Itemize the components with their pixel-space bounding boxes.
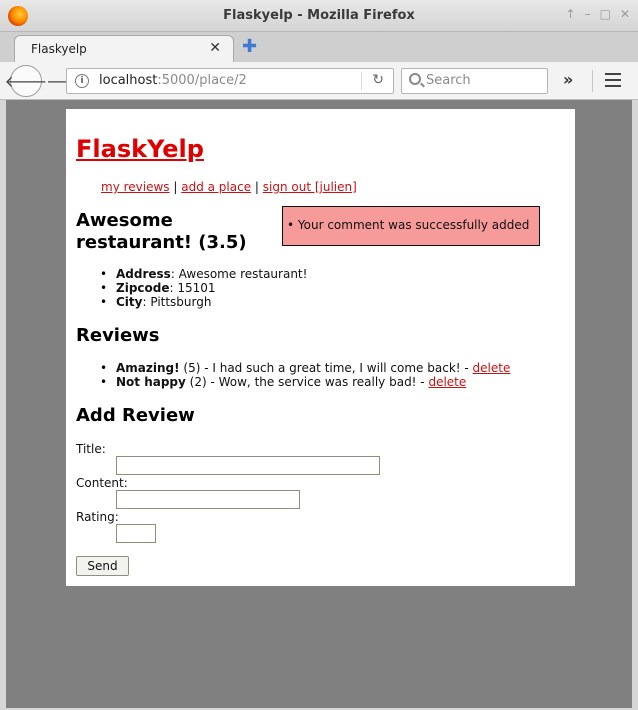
- tab-strip: Flaskyelp ✕: [0, 32, 638, 63]
- reload-icon[interactable]: ↻: [372, 72, 384, 88]
- tab-close-icon[interactable]: ✕: [209, 40, 221, 56]
- content-label: Content:: [76, 476, 128, 490]
- url-divider: [361, 72, 362, 90]
- reviews-heading: Reviews: [76, 325, 160, 346]
- toolbar-divider: [592, 70, 593, 92]
- flash-message: • Your comment was successfully added: [287, 218, 530, 232]
- nav-toolbar: 🡐 🡒 i localhost:5000/place/2 ↻ Search »: [0, 62, 638, 100]
- detail-address: Address: Awesome restaurant!: [100, 267, 307, 281]
- maximize-icon[interactable]: □: [600, 7, 611, 21]
- sign-out-link[interactable]: sign out [julien]: [263, 180, 357, 194]
- review-title-input[interactable]: [116, 456, 380, 475]
- title-label: Title:: [76, 442, 106, 456]
- delete-review-link[interactable]: delete: [473, 361, 511, 375]
- url-bar[interactable]: i localhost:5000/place/2 ↻: [66, 68, 394, 94]
- browser-viewport: FlaskYelp my reviews | add a place | sig…: [6, 100, 632, 708]
- hamburger-menu-icon[interactable]: [605, 73, 621, 91]
- search-input[interactable]: Search: [401, 68, 548, 94]
- site-info-icon[interactable]: i: [75, 74, 89, 88]
- user-nav: my reviews | add a place | sign out [jul…: [101, 180, 357, 194]
- tab-flaskyelp[interactable]: Flaskyelp ✕: [14, 35, 234, 63]
- detail-city: City: Pittsburgh: [100, 295, 307, 309]
- review-content-input[interactable]: [116, 490, 300, 509]
- overflow-chevron-icon[interactable]: »: [563, 70, 573, 89]
- flash-message-box: • Your comment was successfully added: [282, 206, 540, 246]
- place-title: Awesome restaurant! (3.5): [76, 210, 247, 253]
- review-item: Amazing! (5) - I had such a great time, …: [100, 361, 510, 375]
- my-reviews-link[interactable]: my reviews: [101, 180, 170, 194]
- add-review-heading: Add Review: [76, 405, 195, 426]
- delete-review-link[interactable]: delete: [428, 375, 466, 389]
- rating-label: Rating:: [76, 510, 119, 524]
- detail-zipcode: Zipcode: 15101: [100, 281, 307, 295]
- search-placeholder: Search: [426, 73, 471, 88]
- place-details-list: Address: Awesome restaurant! Zipcode: 15…: [100, 267, 307, 309]
- new-tab-icon[interactable]: ✚: [242, 36, 257, 57]
- back-arrow-icon: 🡐: [4, 72, 48, 91]
- window-up-icon[interactable]: ↑: [566, 7, 576, 21]
- review-rating-input[interactable]: [116, 524, 156, 543]
- back-button[interactable]: 🡐: [5, 65, 47, 97]
- tab-label: Flaskyelp: [31, 42, 87, 56]
- review-item: Not happy (2) - Wow, the service was rea…: [100, 375, 510, 389]
- window-title: Flaskyelp - Mozilla Firefox: [223, 8, 415, 23]
- url-text[interactable]: localhost:5000/place/2: [99, 73, 247, 88]
- page-container: FlaskYelp my reviews | add a place | sig…: [66, 109, 575, 586]
- minimize-icon[interactable]: –: [585, 7, 591, 21]
- reviews-list: Amazing! (5) - I had such a great time, …: [100, 361, 510, 389]
- nav-separator: |: [251, 180, 263, 194]
- close-window-icon[interactable]: ✕: [620, 7, 630, 21]
- window-controls: ↑ – □ ✕: [566, 7, 630, 21]
- site-logo-link[interactable]: FlaskYelp: [76, 135, 204, 163]
- search-icon: [409, 73, 421, 85]
- window-titlebar: Flaskyelp - Mozilla Firefox ↑ – □ ✕: [0, 0, 638, 32]
- nav-separator: |: [169, 180, 182, 194]
- send-button[interactable]: Send: [76, 556, 129, 576]
- add-place-link[interactable]: add a place: [181, 180, 251, 194]
